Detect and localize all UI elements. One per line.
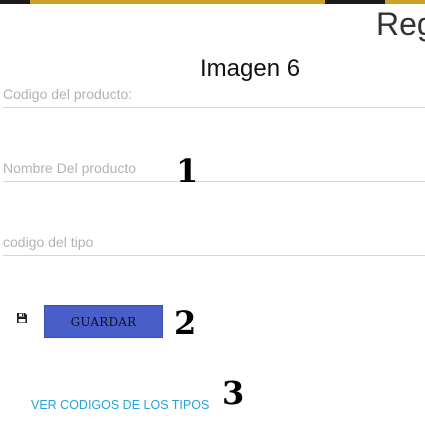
- top-accent-bar: [0, 0, 425, 4]
- callout-number-1: 1: [176, 152, 199, 190]
- save-button[interactable]: GUARDAR: [44, 305, 163, 338]
- floppy-disk-icon: [17, 313, 27, 323]
- callout-number-3: 3: [222, 374, 245, 412]
- view-type-codes-link[interactable]: VER CODIGOS DE LOS TIPOS: [31, 398, 209, 412]
- type-code-input[interactable]: [3, 229, 425, 256]
- callout-number-2: 2: [174, 304, 197, 342]
- product-name-input[interactable]: [3, 155, 425, 182]
- product-code-input[interactable]: [3, 81, 425, 108]
- page-title: Reg: [376, 6, 425, 42]
- image-caption: Imagen 6: [200, 55, 301, 82]
